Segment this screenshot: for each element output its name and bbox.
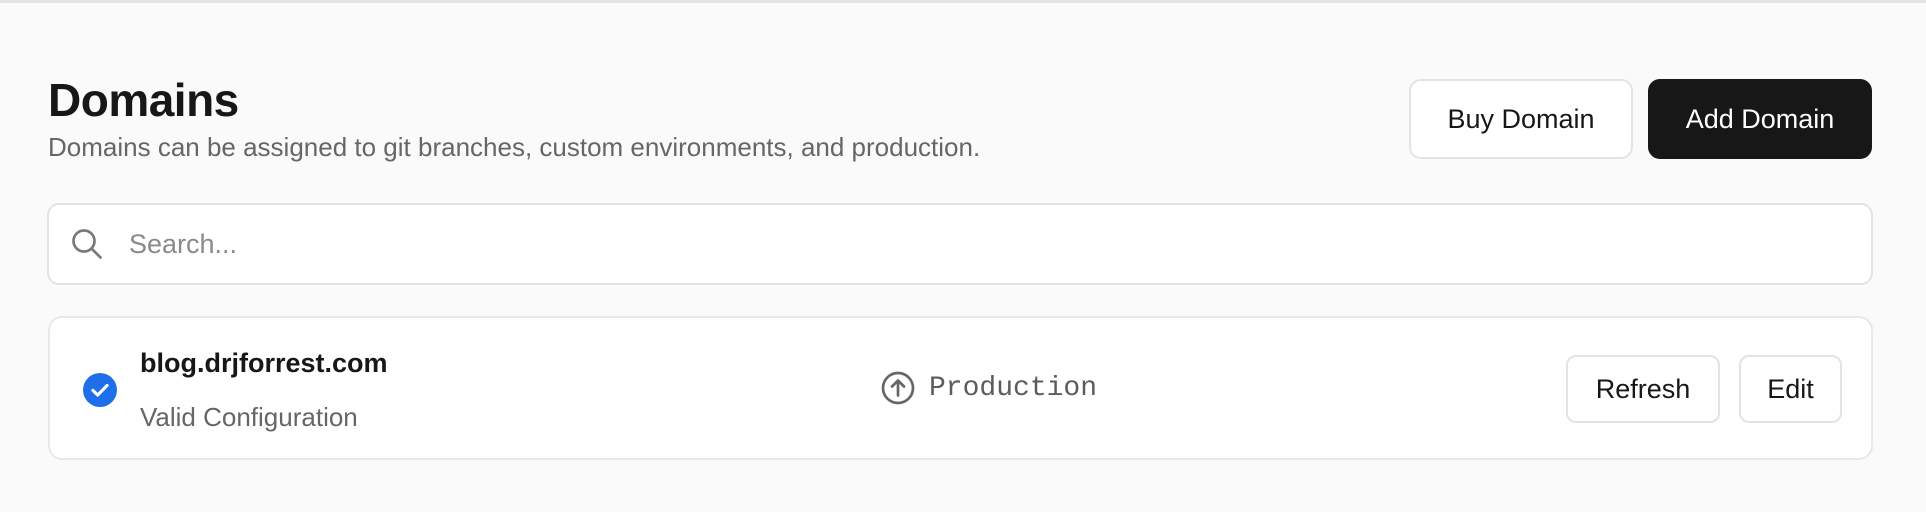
check-circle-icon	[83, 373, 117, 407]
search-icon	[72, 229, 102, 259]
domain-name-link[interactable]: blog.drjforrest.com	[140, 348, 388, 379]
domains-page: Domains Domains can be assigned to git b…	[0, 0, 1926, 512]
environment-name: Production	[929, 372, 1098, 404]
environment-label: Production	[880, 370, 1097, 406]
header-actions: Buy Domain Add Domain	[1409, 79, 1872, 159]
page-title: Domains	[48, 74, 239, 126]
edit-button[interactable]: Edit	[1739, 355, 1842, 423]
refresh-button[interactable]: Refresh	[1566, 355, 1720, 423]
domain-status: Valid Configuration	[140, 402, 358, 432]
arrow-up-circle-icon	[881, 371, 915, 405]
top-divider	[0, 0, 1926, 3]
buy-domain-button[interactable]: Buy Domain	[1409, 79, 1633, 159]
search-input[interactable]	[127, 213, 1831, 275]
search-bar[interactable]	[47, 203, 1873, 285]
add-domain-button[interactable]: Add Domain	[1648, 79, 1872, 159]
domain-row: blog.drjforrest.com Valid Configuration …	[48, 316, 1873, 460]
domain-actions: Refresh Edit	[1566, 355, 1842, 423]
page-header: Domains Domains can be assigned to git b…	[48, 72, 980, 164]
page-subtitle: Domains can be assigned to git branches,…	[48, 132, 981, 162]
